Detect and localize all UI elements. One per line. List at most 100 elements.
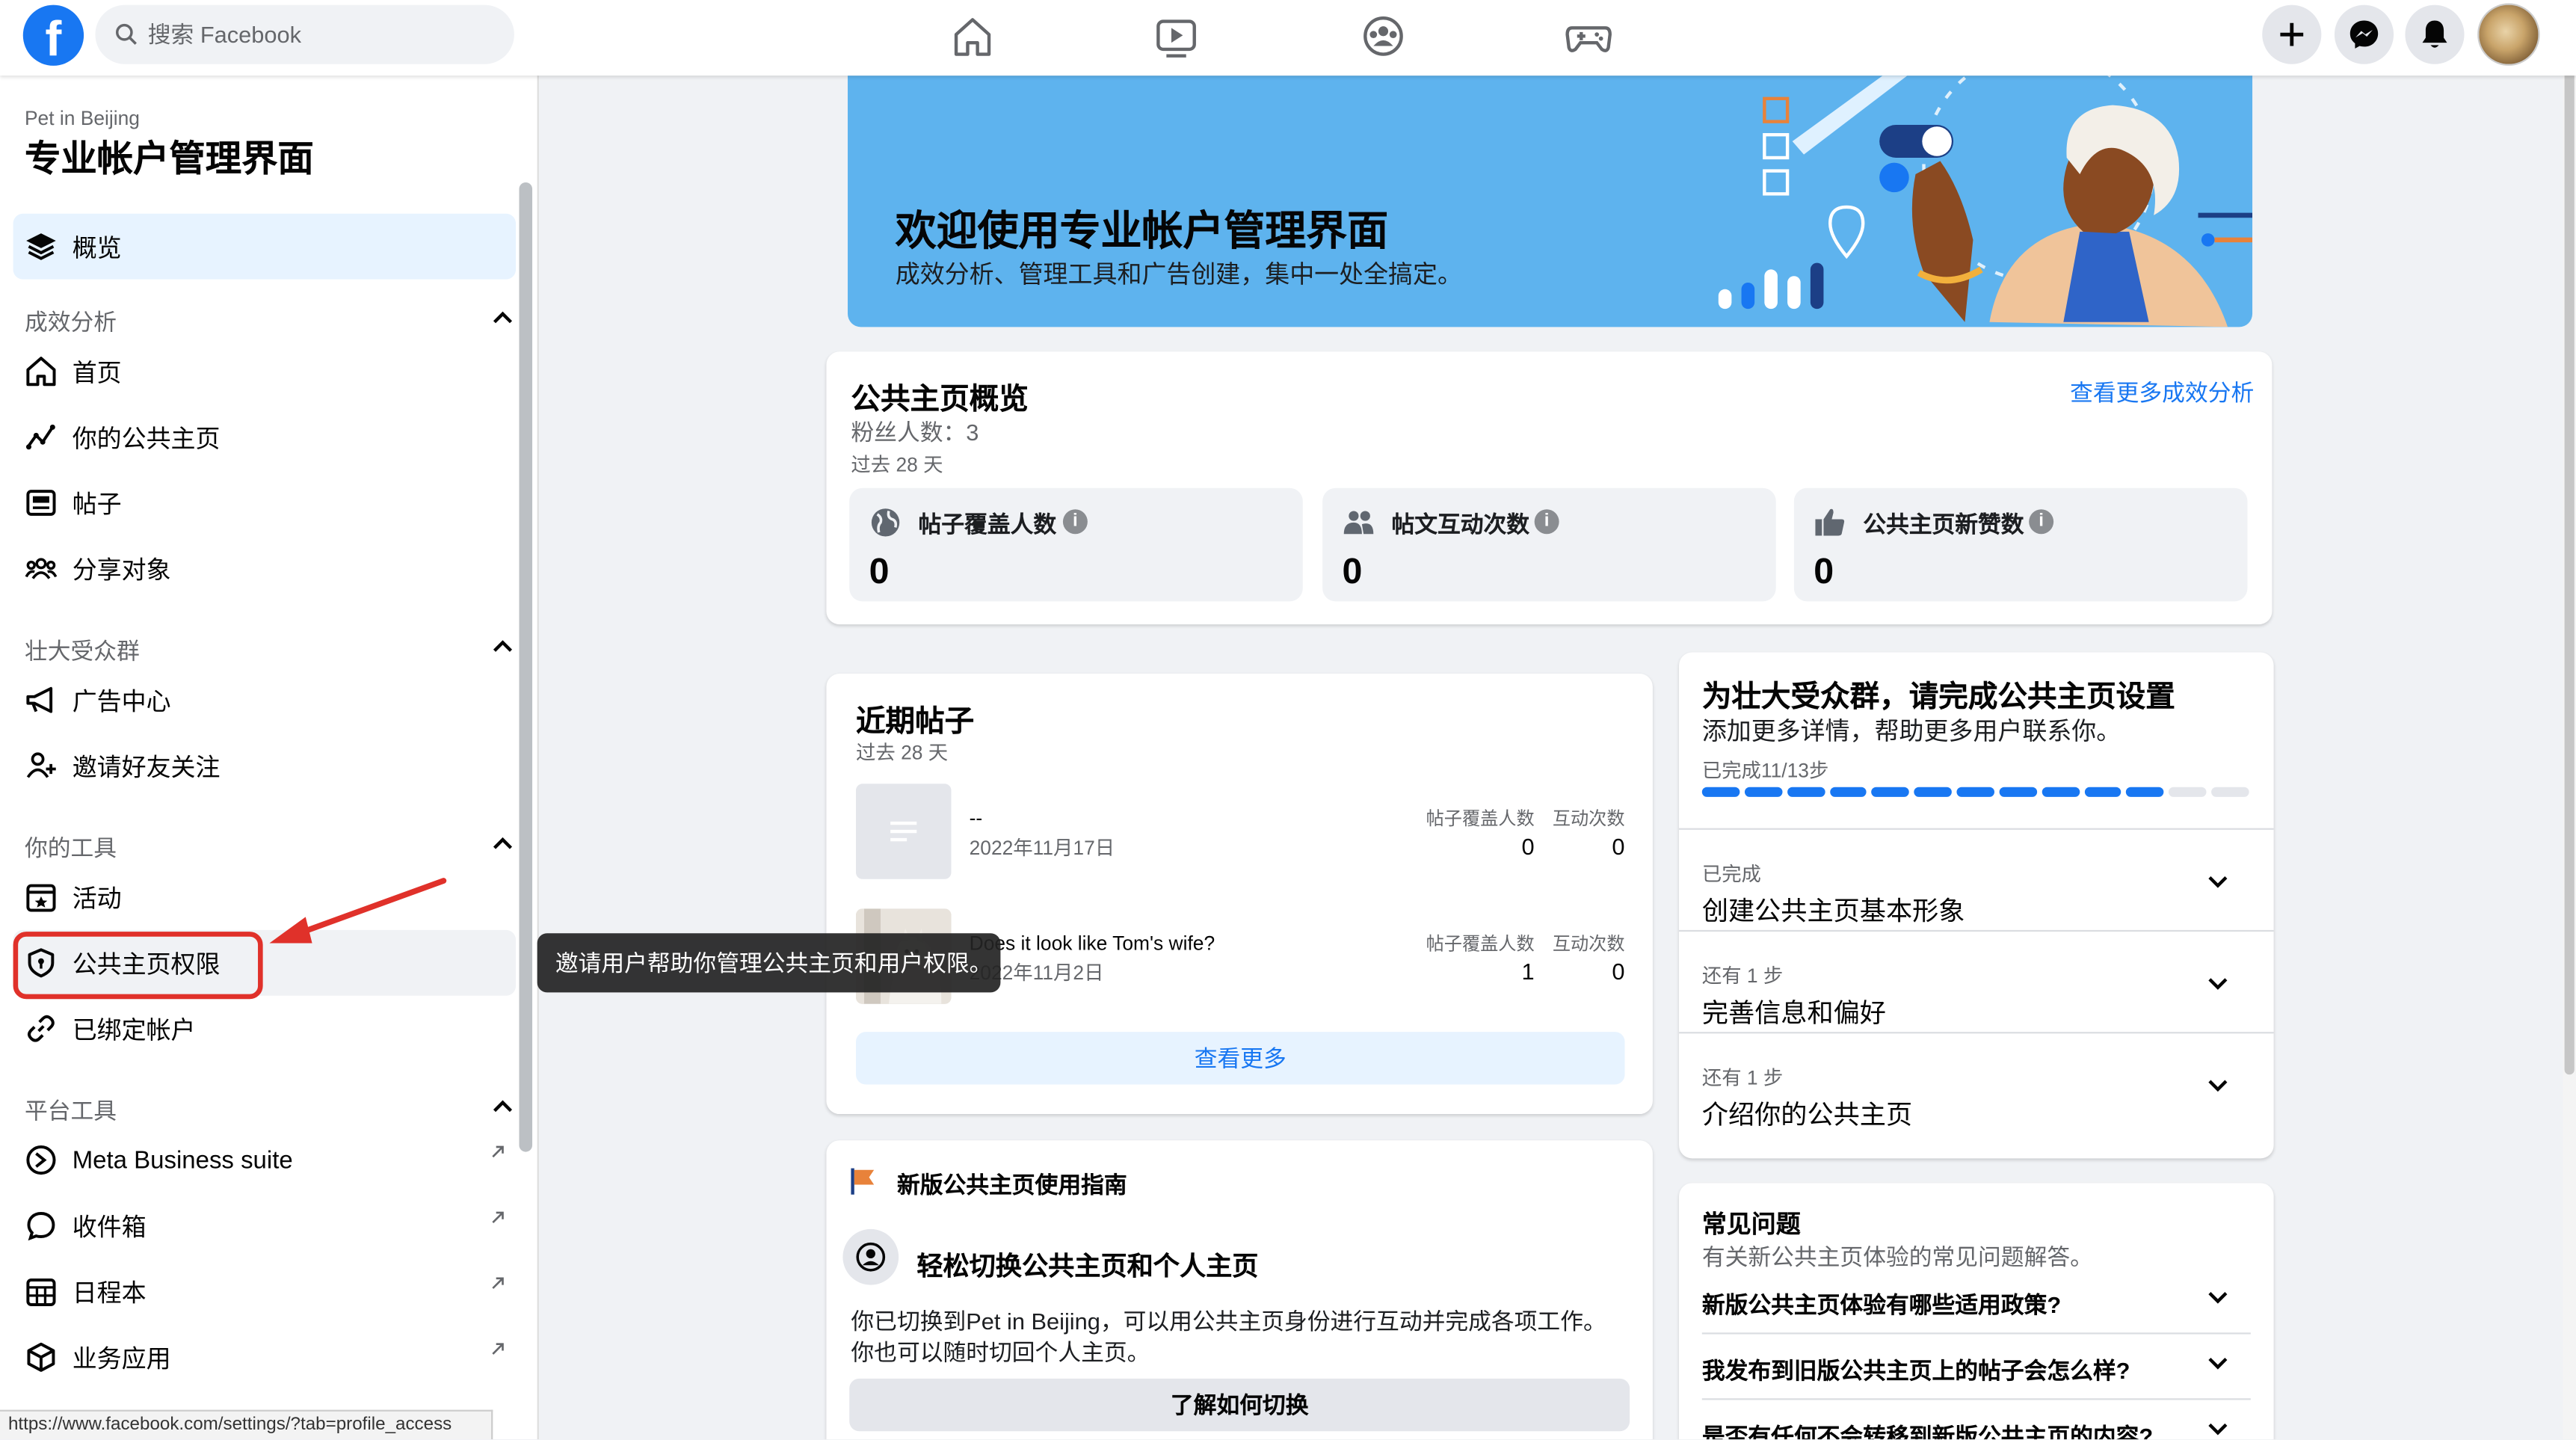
info-icon[interactable]: i	[1534, 509, 1559, 535]
chevron-up-icon[interactable]	[493, 310, 513, 324]
faq-question[interactable]: 我发布到旧版公共主页上的帖子会怎么样?	[1701, 1335, 2251, 1400]
sidebar-item-overview[interactable]: 概览	[13, 213, 517, 280]
col-engage-header: 互动次数	[1552, 810, 1625, 830]
gaming-icon[interactable]	[1562, 11, 1615, 61]
chevron-down-icon[interactable]	[2208, 876, 2228, 889]
sidebar-item-calendar[interactable]: 日程本	[13, 1258, 516, 1324]
chat-bubble-icon	[23, 1207, 59, 1243]
recent-posts-period: 过去 28 天	[856, 741, 949, 764]
info-icon[interactable]: i	[1062, 509, 1088, 535]
chevron-down-icon[interactable]	[2208, 1357, 2228, 1370]
setup-row[interactable]: 已完成 创建公共主页基本形象	[1679, 828, 2274, 930]
facebook-logo[interactable]: f	[22, 4, 84, 66]
cube-icon	[23, 1339, 59, 1375]
switch-profile-icon	[842, 1228, 899, 1285]
external-arrow-icon	[492, 1145, 504, 1158]
faq-question[interactable]: 新版公共主页体验有哪些适用政策?	[1701, 1269, 2251, 1335]
progress-segment	[1956, 787, 1994, 797]
stat-post-engagement[interactable]: 帖文互动次数 i 0	[1322, 487, 1776, 602]
post-title[interactable]: --	[970, 807, 983, 830]
setup-row-task: 创建公共主页基本形象	[1701, 899, 1965, 927]
globe-icon	[871, 508, 900, 537]
sidebar-item-your-page[interactable]: 你的公共主页	[13, 404, 516, 470]
learn-switch-button[interactable]: 了解如何切换	[849, 1378, 1630, 1432]
thumbs-up-icon	[1815, 508, 1845, 536]
profile-avatar[interactable]	[2477, 3, 2540, 66]
stat-label: 公共主页新赞数	[1863, 511, 2024, 538]
faq-question-text: 新版公共主页体验有哪些适用政策?	[1701, 1291, 2062, 1318]
banner-illustration	[1718, 76, 2253, 327]
home-icon[interactable]	[946, 11, 999, 61]
sidebar-item-label: 已绑定帐户	[72, 1016, 196, 1044]
layers-icon	[23, 228, 59, 264]
search-input[interactable]	[147, 4, 502, 64]
faq-question-text: 我发布到旧版公共主页上的帖子会怎么样?	[1701, 1357, 2130, 1384]
sidebar-item-label: Meta Business suite	[72, 1145, 293, 1175]
search-box[interactable]	[95, 4, 514, 64]
scrollbar-thumb[interactable]	[2564, 6, 2575, 1075]
stat-label: 帖子覆盖人数	[918, 511, 1057, 538]
chevron-down-icon[interactable]	[2208, 1291, 2228, 1305]
post-title[interactable]: Does it look like Tom's wife?	[970, 932, 1215, 955]
tooltip: 邀请用户帮助你管理公共主页和用户权限。	[537, 933, 1001, 993]
sidebar-item-inbox[interactable]: 收件箱	[13, 1193, 516, 1259]
section-tools: 你的工具	[24, 834, 117, 861]
section-platform: 平台工具	[24, 1098, 117, 1124]
create-button[interactable]	[2262, 4, 2322, 64]
window-scrollbar[interactable]	[2563, 0, 2576, 1440]
external-arrow-icon	[492, 1211, 504, 1224]
progress-segment	[2042, 787, 2080, 797]
sidebar-item-label: 帖子	[72, 490, 122, 519]
progress-segment	[1999, 787, 2037, 797]
sidebar-item-label: 日程本	[72, 1279, 147, 1308]
notifications-button[interactable]	[2405, 4, 2465, 64]
chevron-down-icon[interactable]	[2208, 978, 2228, 991]
watch-icon[interactable]	[1150, 11, 1202, 61]
stat-post-reach[interactable]: 帖子覆盖人数 i 0	[849, 487, 1303, 602]
groups-icon[interactable]	[1357, 11, 1409, 61]
people-group-icon	[23, 550, 59, 586]
sidebar-scrollbar[interactable]	[519, 182, 533, 1152]
search-icon	[115, 23, 137, 45]
info-icon[interactable]: i	[2029, 509, 2054, 535]
sidebar-item-business-apps[interactable]: 业务应用	[13, 1324, 516, 1390]
sidebar-item-invite[interactable]: 邀请好友关注	[13, 733, 516, 799]
bell-icon	[2422, 20, 2447, 48]
post-thumbnail-placeholder[interactable]	[856, 784, 952, 879]
setup-row-task: 完善信息和偏好	[1701, 1000, 1886, 1029]
sidebar-item-posts[interactable]: 帖子	[13, 470, 516, 536]
sidebar-item-linked-accounts[interactable]: 已绑定帐户	[13, 996, 516, 1062]
sidebar-item-ad-center[interactable]: 广告中心	[13, 667, 516, 733]
setup-row[interactable]: 还有 1 步 完善信息和偏好	[1679, 929, 2274, 1032]
faq-question[interactable]: 是否有任何不会转移到新版公共主页的内容?	[1702, 1400, 2251, 1439]
sidebar: Pet in Beijing 专业帐户管理界面 概览 成效分析 首页 你的公共主…	[0, 76, 539, 1440]
overview-period: 过去 28 天	[851, 453, 943, 477]
sidebar-item-label: 首页	[72, 359, 122, 387]
sidebar-item-home[interactable]: 首页	[13, 339, 516, 404]
stat-new-likes[interactable]: 公共主页新赞数 i 0	[1793, 487, 2248, 602]
trend-line-icon	[23, 419, 59, 455]
progress-segment	[2211, 787, 2249, 797]
chevron-down-icon[interactable]	[2208, 1423, 2228, 1436]
see-more-insights-link[interactable]: 查看更多成效分析	[2070, 376, 2254, 409]
setup-row[interactable]: 还有 1 步 介绍你的公共主页	[1679, 1032, 2274, 1133]
post-date: 2022年11月17日	[969, 836, 1115, 860]
chevron-up-icon[interactable]	[493, 639, 513, 653]
top-navigation-bar: f	[0, 0, 2576, 76]
messenger-button[interactable]	[2334, 4, 2394, 64]
sidebar-item-business-suite[interactable]: Meta Business suite	[13, 1127, 516, 1193]
page-root: f Pet in Beijing 专业帐户管理界面 概览 成效分析	[0, 0, 2576, 1440]
stat-label: 帖文互动次数	[1391, 511, 1530, 538]
sidebar-item-label: 活动	[72, 884, 122, 913]
invite-friends-icon	[23, 748, 59, 784]
external-arrow-icon	[492, 1343, 504, 1355]
see-more-posts-button[interactable]: 查看更多	[856, 1032, 1625, 1085]
chevron-up-icon[interactable]	[493, 1099, 513, 1113]
setup-row-status: 还有 1 步	[1701, 964, 1784, 988]
chevron-down-icon[interactable]	[2208, 1080, 2228, 1093]
welcome-banner: 欢迎使用专业帐户管理界面 成效分析、管理工具和广告创建，集中一处全搞定。	[848, 76, 2253, 327]
chevron-up-icon[interactable]	[493, 837, 513, 850]
messenger-icon	[2349, 20, 2379, 49]
post-engage-value: 0	[1612, 958, 1625, 985]
sidebar-item-audience[interactable]: 分享对象	[13, 535, 516, 601]
